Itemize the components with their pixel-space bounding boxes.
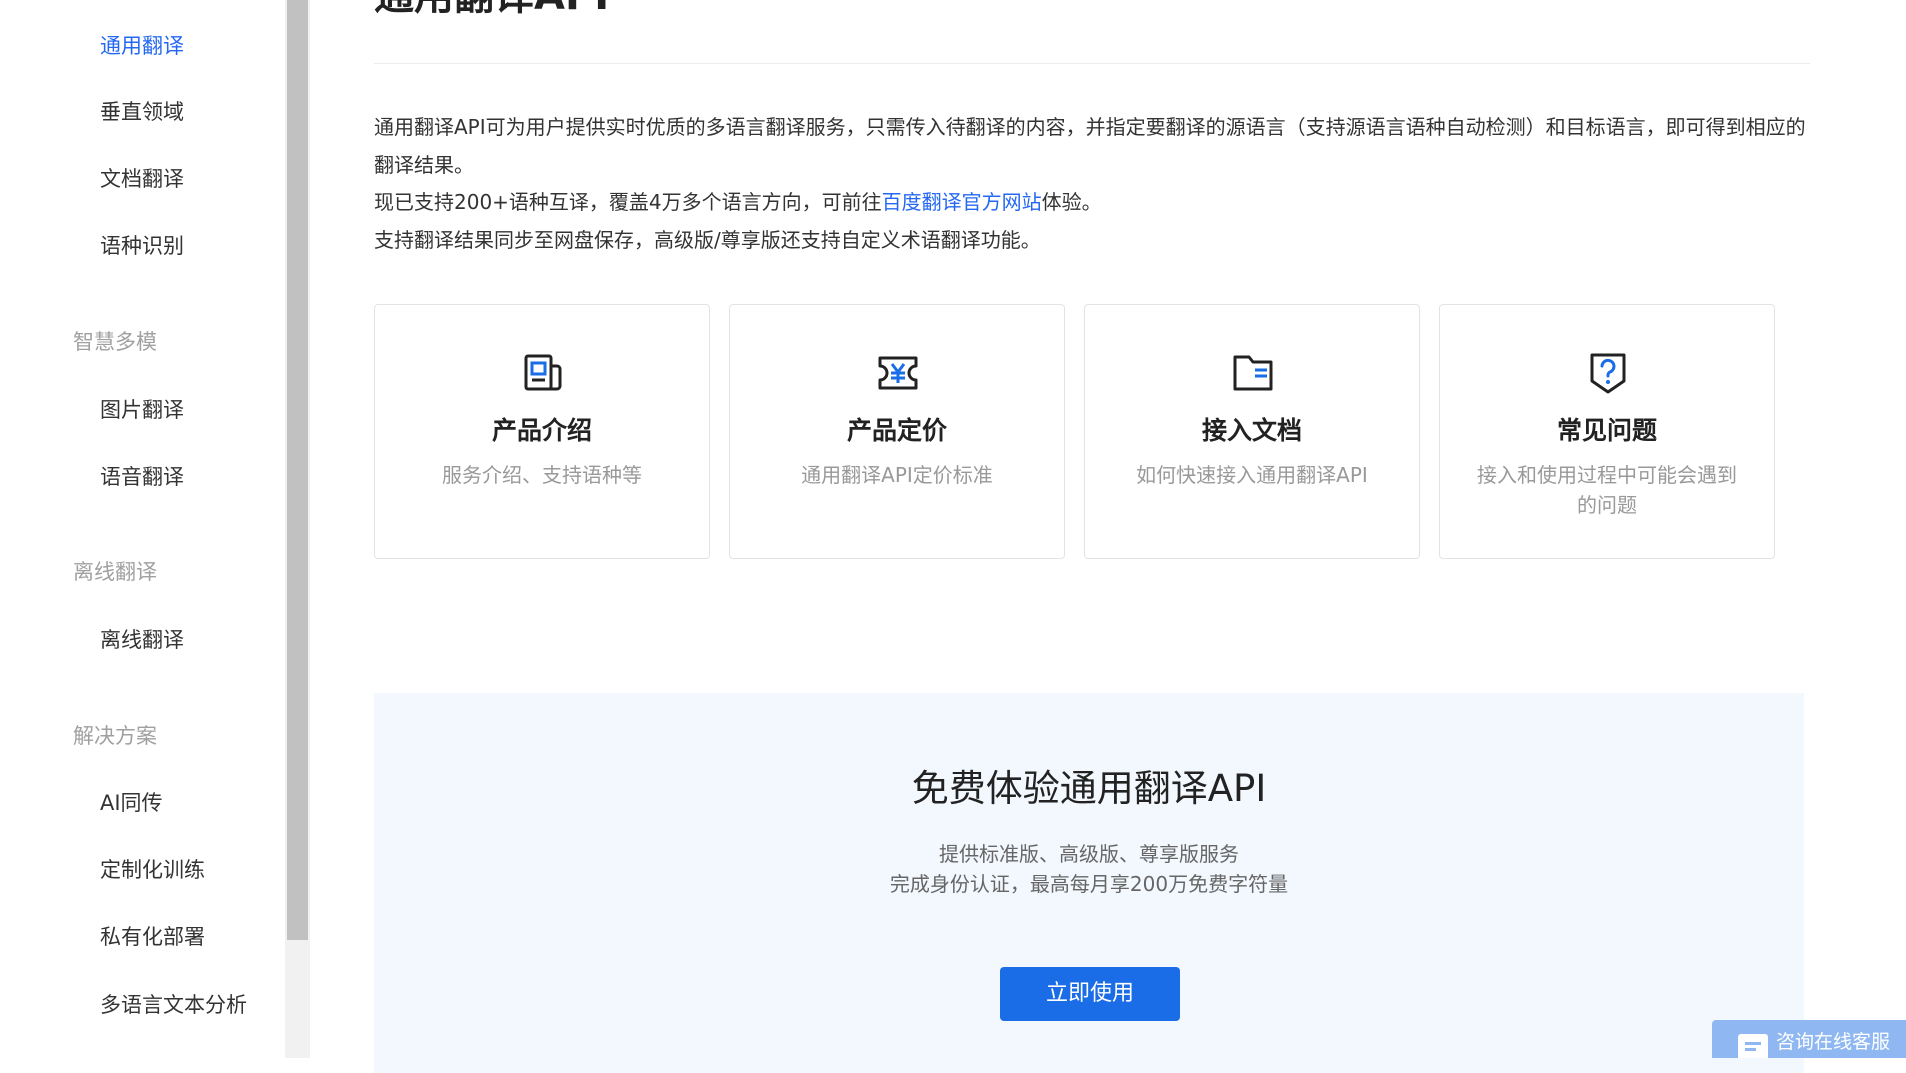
product-intro-icon	[524, 354, 562, 391]
card-pricing[interactable]: 产品定价 通用翻译API定价标准	[729, 304, 1065, 559]
sidebar-item-language-detection[interactable]: 语种识别	[100, 231, 184, 261]
sidebar-group-multimodal: 智慧多模	[73, 330, 157, 354]
sidebar-group-offline: 离线翻译	[73, 560, 157, 584]
sidebar-group-solutions: 解决方案	[73, 724, 157, 748]
document-folder-icon	[1233, 355, 1273, 391]
title-divider	[374, 63, 1810, 64]
sidebar-item-private-deployment[interactable]: 私有化部署	[100, 922, 205, 952]
free-trial-section: 免费体验通用翻译API 提供标准版、高级版、尊享版服务 完成身份认证，最高每月享…	[374, 693, 1804, 1073]
sidebar-item-custom-training[interactable]: 定制化训练	[100, 855, 205, 885]
use-now-button[interactable]: 立即使用	[1000, 967, 1180, 1021]
intro-paragraph-2: 现已支持200+语种互译，覆盖4万多个语言方向，可前往百度翻译官方网站体验。	[374, 184, 1814, 222]
sidebar-item-multilingual-text-analysis[interactable]: 多语言文本分析	[100, 990, 247, 1020]
online-support-button[interactable]: 咨询在线客服	[1712, 1020, 1906, 1058]
card-description: 通用翻译API定价标准	[801, 463, 993, 487]
trial-subtitle-quota: 完成身份认证，最高每月享200万免费字符量	[889, 872, 1289, 896]
card-product-intro[interactable]: 产品介绍 服务介绍、支持语种等	[374, 304, 710, 559]
card-description: 接入和使用过程中可能会遇到的问题	[1477, 463, 1737, 517]
sidebar-scrollbar-thumb[interactable]	[287, 0, 308, 940]
online-support-label: 咨询在线客服	[1776, 1031, 1891, 1053]
pricing-icon	[878, 356, 918, 390]
sidebar-item-speech-translation[interactable]: 语音翻译	[100, 462, 184, 492]
main-content: 通用翻译API 通用翻译API可为用户提供实时优质的多语言翻译服务，只需传入待翻…	[310, 0, 1906, 1073]
sidebar-scrollbar[interactable]	[285, 0, 310, 1058]
card-title: 接入文档	[1201, 416, 1302, 445]
card-faq[interactable]: 常见问题 接入和使用过程中可能会遇到的问题	[1439, 304, 1775, 559]
sidebar-item-ai-interpretation[interactable]: AI同传	[100, 788, 163, 818]
sidebar-item-offline-translation[interactable]: 离线翻译	[100, 625, 184, 655]
card-description: 如何快速接入通用翻译API	[1136, 463, 1368, 487]
sidebar-item-image-translation[interactable]: 图片翻译	[100, 395, 184, 425]
faq-icon	[1590, 353, 1626, 394]
trial-title: 免费体验通用翻译API	[911, 767, 1267, 810]
intro-text: 通用翻译API可为用户提供实时优质的多语言翻译服务，只需传入待翻译的内容，并指定…	[374, 109, 1814, 259]
baidu-translate-official-link[interactable]: 百度翻译官方网站	[882, 190, 1042, 214]
sidebar-item-general-translation[interactable]: 通用翻译	[100, 31, 184, 61]
page-title: 通用翻译API	[374, 0, 609, 20]
intro-paragraph-2-text: 现已支持200+语种互译，覆盖4万多个语言方向，可前往	[374, 190, 882, 214]
intro-paragraph-3: 支持翻译结果同步至网盘保存，高级版/尊享版还支持自定义术语翻译功能。	[374, 227, 1041, 252]
intro-paragraph-2-tail: 体验。	[1041, 190, 1102, 214]
card-description: 服务介绍、支持语种等	[442, 463, 642, 487]
card-title: 常见问题	[1556, 416, 1657, 445]
card-title: 产品定价	[846, 416, 947, 445]
sidebar: 通用翻译 垂直领域 文档翻译 语种识别 智慧多模 图片翻译 语音翻译 离线翻译 …	[0, 0, 285, 1058]
intro-paragraph-1: 通用翻译API可为用户提供实时优质的多语言翻译服务，只需传入待翻译的内容，并指定…	[374, 115, 1806, 177]
chat-icon	[1738, 1034, 1768, 1058]
card-title: 产品介绍	[491, 416, 592, 445]
sidebar-item-document-translation[interactable]: 文档翻译	[100, 164, 184, 194]
card-docs[interactable]: 接入文档 如何快速接入通用翻译API	[1084, 304, 1420, 559]
sidebar-item-vertical-domain[interactable]: 垂直领域	[100, 97, 184, 127]
trial-subtitle-editions: 提供标准版、高级版、尊享版服务	[939, 842, 1239, 866]
feature-cards: 产品介绍 服务介绍、支持语种等 产品定价 通用翻译API定价标准 接入文档 如何…	[374, 304, 1814, 560]
